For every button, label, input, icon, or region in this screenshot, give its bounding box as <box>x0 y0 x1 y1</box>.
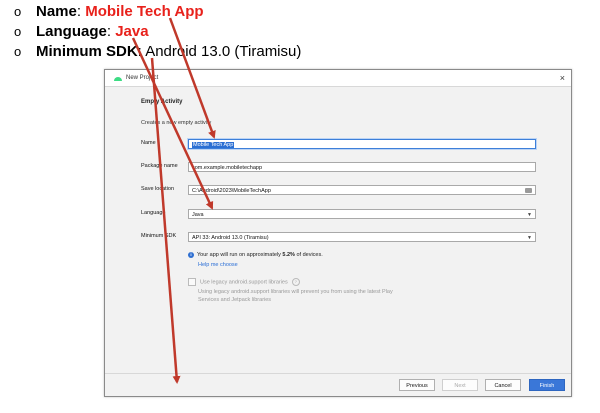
bullet-mark: o <box>14 4 22 19</box>
package-name-input[interactable]: com.example.mobiletechapp <box>188 162 536 172</box>
save-location-label: Save location <box>141 186 175 192</box>
instruction-min-sdk: o Minimum SDK: Android 13.0 (Tiramisu) <box>14 42 301 62</box>
cancel-button[interactable]: Cancel <box>485 379 521 391</box>
instruction-sep: : <box>76 3 86 20</box>
device-coverage-info: i Your app will run on approximately 5.2%… <box>188 251 323 259</box>
minimum-sdk-select[interactable]: API 33: Android 13.0 (Tiramisu) ▼ <box>188 232 536 242</box>
instruction-key: Language <box>36 23 107 40</box>
instruction-value: Mobile Tech App <box>85 3 204 20</box>
language-value: Java <box>192 212 204 218</box>
instruction-sep: : <box>106 23 116 40</box>
instruction-name: o Name: Mobile Tech App <box>14 2 301 22</box>
bullet-mark: o <box>14 24 22 39</box>
instruction-value: Android 13.0 (Tiramisu) <box>145 43 302 60</box>
legacy-libraries-checkbox: Use legacy android.support libraries? <box>188 278 300 286</box>
android-studio-icon <box>114 77 122 81</box>
dialog-title: New Project <box>126 75 159 81</box>
save-location-input[interactable]: C:\Android\2023\MobileTechApp <box>188 185 536 195</box>
save-location-value: C:\Android\2023\MobileTechApp <box>192 188 271 194</box>
dialog-footer: Previous Next Cancel Finish <box>105 373 571 396</box>
template-heading: Empty Activity <box>141 99 183 105</box>
legacy-libraries-note: Using legacy android.support libraries w… <box>198 289 393 303</box>
next-button[interactable]: Next <box>442 379 478 391</box>
info-icon: i <box>188 251 194 258</box>
folder-icon[interactable] <box>525 188 532 193</box>
language-select[interactable]: Java ▼ <box>188 209 536 219</box>
chevron-down-icon: ▼ <box>527 212 532 218</box>
instruction-key: Name <box>36 3 77 20</box>
legacy-libraries-label: Use legacy android.support libraries <box>200 279 288 286</box>
template-subtitle: Creates a new empty activity <box>141 120 212 126</box>
close-icon[interactable]: × <box>560 70 565 86</box>
finish-button[interactable]: Finish <box>529 379 565 391</box>
name-input-value: Mobile Tech App <box>192 142 235 148</box>
info-percent: 5.2% <box>282 252 295 258</box>
instruction-list: o Name: Mobile Tech App o Language: Java… <box>14 2 301 62</box>
minimum-sdk-label: Minimum SDK <box>141 233 177 239</box>
previous-button[interactable]: Previous <box>399 379 435 391</box>
chevron-down-icon: ▼ <box>527 235 532 241</box>
instruction-key: Minimum SDK <box>36 43 138 60</box>
info-suffix: of devices. <box>294 252 323 258</box>
new-project-dialog: New Project × Empty Activity Creates a n… <box>104 69 572 397</box>
checkbox-box <box>188 278 196 286</box>
bullet-mark: o <box>14 44 22 59</box>
instruction-value: Java <box>115 23 149 40</box>
package-name-label: Package name <box>141 163 178 169</box>
language-label: Language <box>141 210 166 216</box>
help-me-choose-link[interactable]: Help me choose <box>198 262 238 268</box>
help-icon: ? <box>291 278 300 286</box>
package-name-value: com.example.mobiletechapp <box>192 165 263 171</box>
name-label: Name <box>141 140 156 146</box>
instruction-language: o Language: Java <box>14 22 301 42</box>
name-input[interactable]: Mobile Tech App <box>188 139 536 149</box>
dialog-titlebar: New Project × <box>105 70 571 87</box>
minimum-sdk-value: API 33: Android 13.0 (Tiramisu) <box>192 235 269 241</box>
info-prefix: Your app will run on approximately <box>197 252 283 258</box>
